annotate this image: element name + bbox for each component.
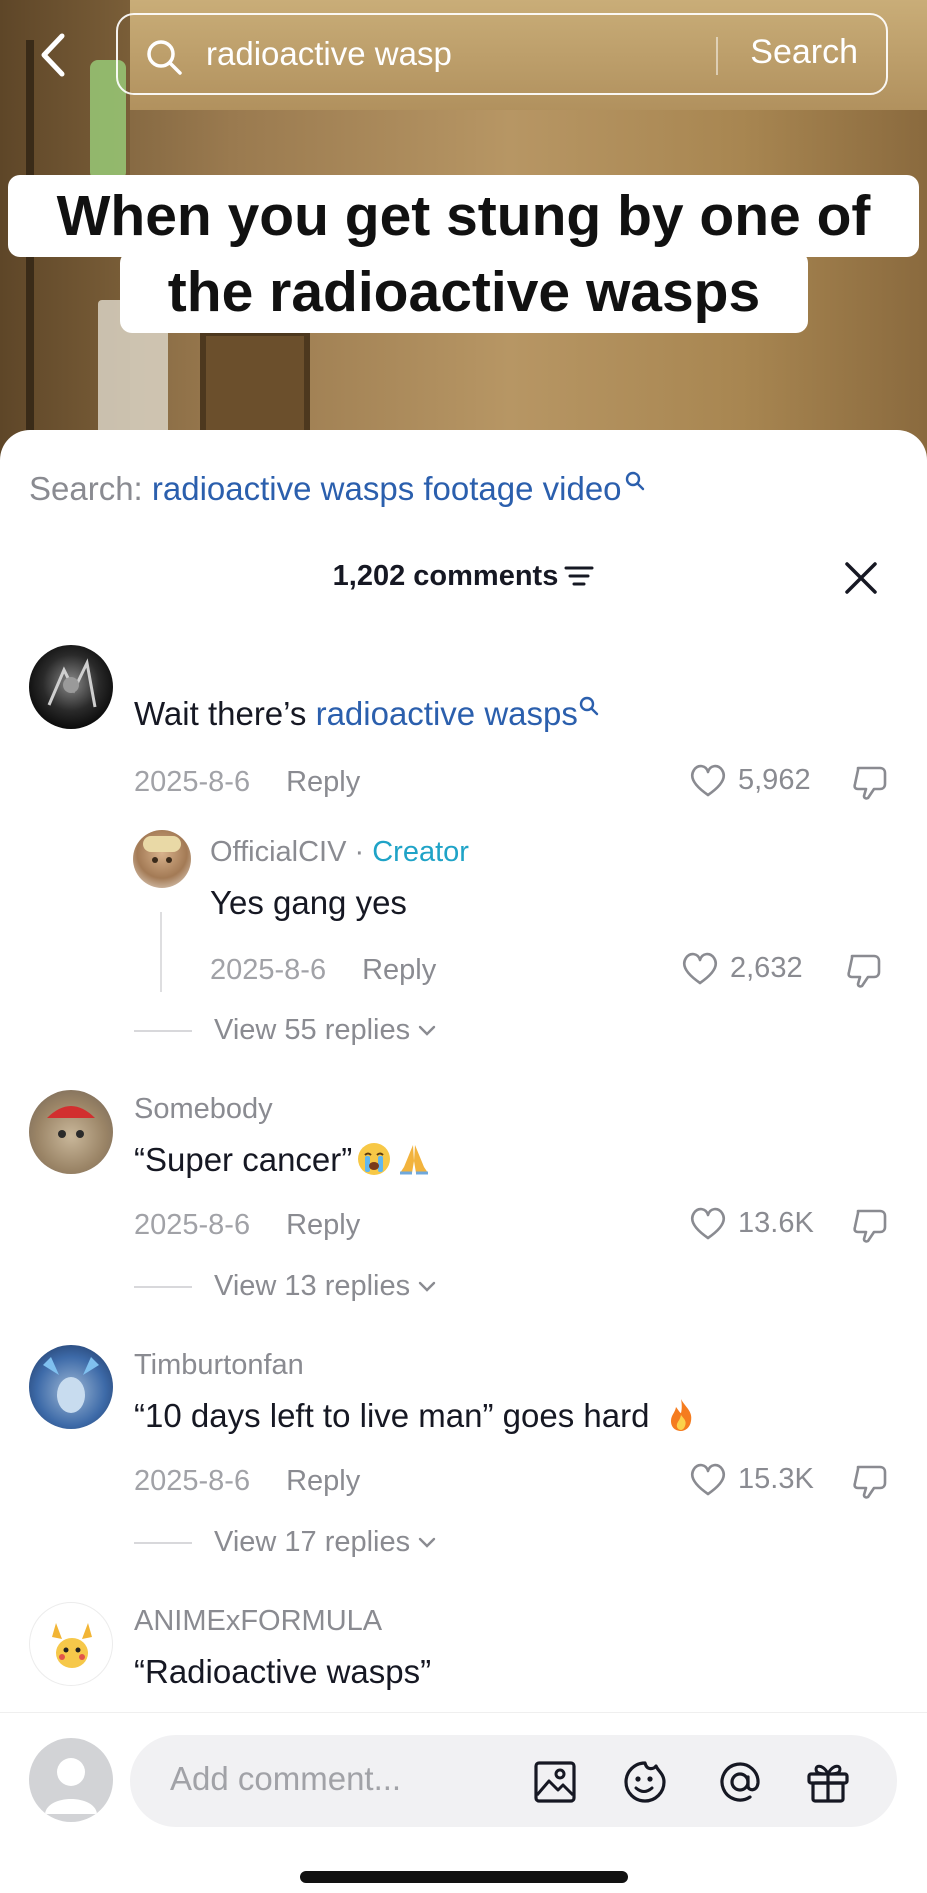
view-replies-rule (134, 1541, 192, 1544)
dislike-icon[interactable] (850, 1461, 890, 1501)
comment-text: Yes gang yes (210, 884, 407, 921)
search-button[interactable]: Search (750, 33, 858, 72)
back-button[interactable] (34, 30, 74, 80)
suggestion-term[interactable]: radioactive wasps footage video (152, 470, 622, 507)
chevron-down-icon (418, 1281, 436, 1292)
view-replies-rule (134, 1285, 192, 1288)
close-icon[interactable] (843, 560, 879, 596)
suggestion-prefix: Search: (29, 470, 152, 507)
dislike-icon[interactable] (850, 762, 890, 802)
dislike-icon[interactable] (844, 950, 884, 990)
comment-meta: 2025-8-6 Reply (134, 1465, 360, 1498)
reply-button[interactable]: Reply (286, 1465, 360, 1497)
home-indicator (300, 1871, 628, 1883)
avatar-art (47, 1106, 95, 1138)
heart-icon (682, 952, 718, 985)
view-replies-rule (134, 1029, 192, 1032)
like-count: 2,632 (730, 951, 803, 984)
avatar[interactable] (29, 1090, 113, 1174)
caption-line-1: When you get stung by one of (8, 175, 919, 257)
comment-composer: Add comment... (0, 1712, 927, 1893)
search-icon (579, 696, 599, 716)
comment-meta: 2025-8-6 Reply (134, 1209, 360, 1242)
badge-separator: · (346, 836, 373, 868)
comments-count-row: 1,202 comments (0, 560, 927, 593)
creator-badge: Creator (372, 836, 469, 868)
comment-date: 2025-8-6 (134, 1209, 251, 1241)
like-button[interactable]: 2,632 (680, 950, 803, 986)
avatar[interactable] (29, 1345, 113, 1429)
view-replies-button[interactable]: View 13 replies (134, 1270, 436, 1303)
heart-icon (690, 1463, 726, 1496)
comment-username[interactable]: ANIMExFORMULA (134, 1605, 382, 1638)
comment-username[interactable]: Timburtonfan (134, 1349, 304, 1382)
like-button[interactable]: 5,962 (688, 762, 811, 798)
reply-button[interactable]: Reply (286, 766, 360, 798)
search-divider (716, 37, 718, 75)
heart-icon (690, 764, 726, 797)
view-replies-label: View 17 replies (214, 1526, 411, 1558)
comment-meta: 2025-8-6 Reply (134, 766, 360, 799)
view-replies-button[interactable]: View 17 replies (134, 1526, 436, 1559)
gift-icon[interactable] (803, 1757, 853, 1807)
chevron-down-icon (418, 1537, 436, 1548)
comment-text-body: “10 days left to live man” goes hard (134, 1397, 650, 1434)
reply-button[interactable]: Reply (362, 954, 436, 986)
comment-text: “10 days left to live man” goes hard (134, 1397, 699, 1435)
comment-text: “Super cancer” (134, 1141, 432, 1179)
comment-text-plain: Wait there’s (134, 695, 316, 732)
search-icon (625, 471, 644, 491)
sort-icon[interactable] (564, 564, 594, 588)
search-suggestion[interactable]: Search: radioactive wasps footage video (29, 470, 646, 508)
comment-date: 2025-8-6 (134, 1465, 251, 1497)
default-avatar-icon (45, 1758, 97, 1814)
comment-text: “Radioactive wasps” (134, 1653, 432, 1690)
view-replies-label: View 13 replies (214, 1270, 411, 1302)
chevron-down-icon (418, 1025, 436, 1036)
avatar-art (52, 1623, 92, 1668)
caption-line-2: the radioactive wasps (120, 251, 808, 333)
thread-line (160, 912, 162, 992)
like-count: 15.3K (738, 1462, 814, 1495)
like-count: 5,962 (738, 763, 811, 796)
comment-date: 2025-8-6 (134, 766, 251, 798)
comment-search-link[interactable]: radioactive wasps (316, 695, 578, 732)
folded-hands-emoji-icon (400, 1145, 429, 1175)
fire-emoji-icon (671, 1399, 692, 1431)
comment-username[interactable]: OfficialCIV (210, 836, 346, 868)
comment-username[interactable]: Somebody (134, 1093, 273, 1126)
comment-text: Wait there’s radioactive wasps (134, 695, 600, 733)
comment-input[interactable]: Add comment... (130, 1735, 897, 1827)
my-avatar (29, 1738, 113, 1822)
comment-date: 2025-8-6 (210, 954, 327, 986)
comments-count: 1,202 comments (332, 560, 559, 592)
avatar[interactable] (133, 830, 191, 888)
avatar[interactable] (29, 1602, 113, 1686)
view-replies-label: View 55 replies (214, 1014, 411, 1046)
comment-username-row: OfficialCIV · Creator (210, 836, 469, 869)
avatar[interactable] (29, 645, 113, 729)
emoji-icon[interactable] (620, 1757, 670, 1807)
reply-button[interactable]: Reply (286, 1209, 360, 1241)
like-button[interactable]: 15.3K (688, 1461, 814, 1497)
view-replies-button[interactable]: View 55 replies (134, 1014, 436, 1047)
avatar-art (47, 658, 97, 708)
like-count: 13.6K (738, 1206, 814, 1239)
image-icon[interactable] (530, 1757, 580, 1807)
back-arrow-icon (41, 33, 65, 77)
avatar-art (143, 836, 181, 863)
dislike-icon[interactable] (850, 1205, 890, 1245)
search-bar[interactable]: radioactive wasp Search (116, 13, 888, 95)
comment-text-body: “Super cancer” (134, 1141, 353, 1178)
search-input[interactable]: radioactive wasp (206, 35, 452, 73)
comment-input-placeholder: Add comment... (170, 1760, 402, 1797)
crying-face-emoji-icon (358, 1143, 391, 1175)
mention-icon[interactable] (715, 1757, 765, 1807)
comment-meta: 2025-8-6 Reply (210, 954, 436, 987)
avatar-art (43, 1357, 99, 1413)
like-button[interactable]: 13.6K (688, 1205, 814, 1241)
search-icon (147, 40, 182, 75)
heart-icon (690, 1207, 726, 1240)
